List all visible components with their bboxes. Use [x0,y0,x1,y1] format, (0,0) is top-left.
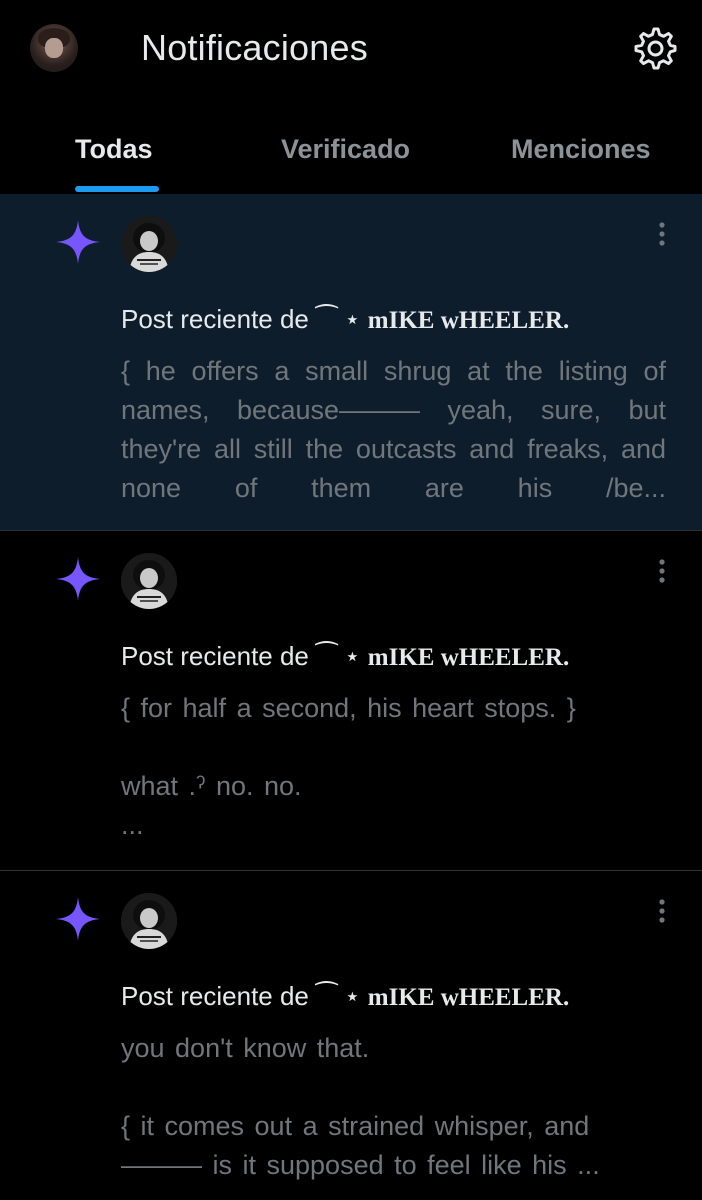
settings-button[interactable] [631,25,677,71]
headline-prefix: Post reciente de [121,641,309,671]
author-avatar[interactable] [121,553,177,609]
author-name[interactable]: mIKE wHEELER. [368,644,569,671]
headline-prefix: Post reciente de [121,981,309,1011]
top-app-bar: Notificaciones [0,0,702,96]
more-vertical-icon [659,559,665,583]
avatar-face [45,38,63,58]
post-preview-text: { he offers a small shrug at the listing… [121,356,677,503]
notification-item[interactable]: Post reciente de ⁀ ⋆ mIKE wHEELER. you d… [0,871,702,1200]
author-name[interactable]: mIKE wHEELER. [368,307,569,334]
author-avatar-image [121,893,177,949]
author-decoration: ⁀ ⋆ [316,981,361,1011]
more-options-button[interactable] [650,220,674,250]
more-vertical-icon [659,222,665,246]
author-avatar-image [121,553,177,609]
notification-item[interactable]: Post reciente de ⁀ ⋆ mIKE wHEELER. { he … [0,194,702,531]
sparkle-icon [56,220,100,264]
sparkle-icon [56,557,100,601]
post-preview-text: { for half a second, his heart stops. } … [121,693,576,840]
author-decoration: ⁀ ⋆ [316,304,361,334]
notification-headline: Post reciente de ⁀ ⋆ mIKE wHEELER. [121,304,569,335]
author-avatar[interactable] [121,216,177,272]
more-options-button[interactable] [650,897,674,927]
tab-verificado[interactable]: Verificado [281,134,410,165]
gear-icon [634,27,677,70]
author-avatar-image [121,216,177,272]
author-avatar[interactable] [121,893,177,949]
profile-avatar[interactable] [30,24,78,72]
notification-headline: Post reciente de ⁀ ⋆ mIKE wHEELER. [121,641,569,672]
notification-item[interactable]: Post reciente de ⁀ ⋆ mIKE wHEELER. { for… [0,531,702,871]
tab-todas[interactable]: Todas [75,134,153,165]
author-name[interactable]: mIKE wHEELER. [368,984,569,1011]
author-decoration: ⁀ ⋆ [316,641,361,671]
tab-bar: Todas Verificado Menciones [0,110,702,194]
notification-headline: Post reciente de ⁀ ⋆ mIKE wHEELER. [121,981,569,1012]
active-tab-indicator [75,186,159,192]
more-options-button[interactable] [650,557,674,587]
sparkle-icon [56,897,100,941]
more-vertical-icon [659,899,665,923]
post-preview-text: you don't know that. { it comes out a st… [121,1033,600,1180]
page-title: Notificaciones [141,27,368,68]
tab-menciones[interactable]: Menciones [511,134,651,165]
headline-prefix: Post reciente de [121,304,309,334]
